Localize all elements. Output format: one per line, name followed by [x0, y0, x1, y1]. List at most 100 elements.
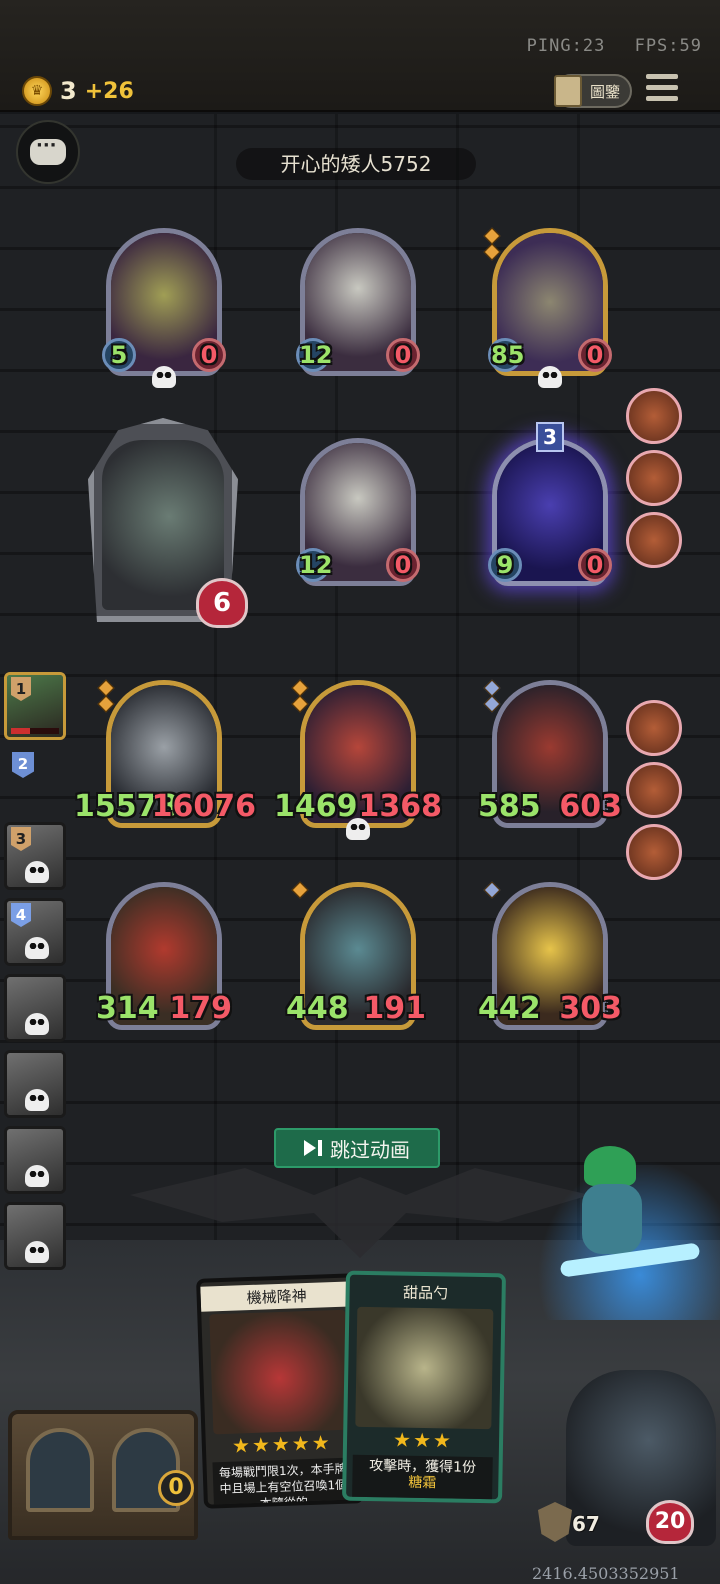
- top-hud: PING:23 FPS:59 ♛ 3 +26 圖鑒: [0, 0, 720, 112]
- tier-pips: [483, 679, 501, 714]
- minion-health: 603: [559, 789, 622, 824]
- hand-card[interactable]: 機械降神 ★★★★★ 每場戰鬥限1次，本手牌中且場上有空位召喚1個本隨從的: [196, 1273, 364, 1509]
- hero-surfer-character: [520, 1140, 720, 1320]
- player-minion[interactable]: 442 303: [478, 881, 622, 1032]
- minion-attack: 442: [478, 991, 541, 1026]
- tier-pips: [97, 679, 115, 714]
- tier-pips: [483, 227, 501, 262]
- trinket-icon[interactable]: [626, 388, 682, 444]
- skull-icon: [25, 1241, 49, 1263]
- player-minion[interactable]: 314 179: [96, 882, 232, 1032]
- standing-self[interactable]: 1: [4, 672, 66, 740]
- minion-health: 0: [578, 338, 612, 372]
- minion-health: 0: [578, 548, 612, 582]
- minion-attack: 585: [478, 789, 541, 824]
- chat-button[interactable]: [16, 120, 80, 184]
- play-next-icon: [304, 1140, 316, 1156]
- opponent-name: 开心的矮人5752: [236, 148, 476, 180]
- card-name: 機械降神: [200, 1281, 354, 1312]
- fps-readout: FPS:59: [634, 36, 702, 56]
- book-icon: [554, 75, 582, 107]
- codex-button[interactable]: 圖鑒: [554, 74, 632, 108]
- tier-pips: [291, 881, 309, 900]
- skull-icon: [346, 818, 370, 840]
- tavern-counter: 0: [158, 1470, 194, 1506]
- card-stars: ★★★: [392, 1427, 454, 1453]
- standing-opponent[interactable]: [4, 1050, 66, 1118]
- minion-health: 1368: [358, 789, 443, 824]
- minion-health: 0: [386, 338, 420, 372]
- hamburger-icon: [646, 74, 678, 79]
- standing-opponent[interactable]: [4, 1126, 66, 1194]
- chat-bubble-icon: [30, 135, 66, 165]
- minion-attack: 448: [286, 991, 349, 1026]
- minion-attack: 5: [102, 338, 136, 372]
- crown-coin-icon: ♛: [22, 76, 52, 106]
- opponent-minion[interactable]: 3 9 0: [488, 422, 612, 588]
- trinket-icon[interactable]: [626, 700, 682, 756]
- standing-opponent[interactable]: [4, 1202, 66, 1270]
- opponent-minion[interactable]: 5 0: [102, 228, 226, 388]
- network-stats: PING:23 FPS:59: [509, 36, 702, 56]
- gold-amount: 3: [60, 77, 77, 105]
- codex-label: 圖鑒: [590, 82, 621, 101]
- spoon-card-art: [355, 1306, 494, 1430]
- minion-attack: 85: [488, 338, 524, 372]
- skull-icon: [152, 366, 176, 388]
- skull-icon: [25, 1013, 49, 1035]
- gold-display: ♛ 3 +26: [22, 76, 134, 106]
- rank-badge: 2: [12, 752, 34, 778]
- minion-health: 0: [192, 338, 226, 372]
- card-name: 甜品勺: [402, 1283, 449, 1303]
- skull-icon: [25, 1165, 49, 1187]
- trinket-icon[interactable]: [626, 450, 682, 506]
- menu-button[interactable]: [646, 74, 678, 104]
- skip-animation-label: 跳过动画: [330, 1137, 410, 1162]
- minion-attack: 12: [296, 338, 332, 372]
- card-description: 每場戰鬥限1次，本手牌中且場上有空位召喚1個本隨從的: [212, 1457, 354, 1507]
- standing-opponent[interactable]: 3: [4, 822, 66, 890]
- trinket-icon[interactable]: [626, 824, 682, 880]
- opponent-minion[interactable]: 12 0: [296, 228, 420, 378]
- standings-sidebar: 1 2 3 4: [0, 668, 72, 1278]
- tier-pips: [483, 881, 501, 900]
- minion-level-badge: 3: [536, 422, 564, 452]
- minion-attack: 1469: [274, 789, 358, 824]
- gold-gain: +26: [84, 78, 134, 104]
- self-health-bar: [11, 728, 59, 734]
- card-stars: ★★★★★: [231, 1430, 333, 1458]
- player-minion[interactable]: 1469 1368: [274, 679, 442, 840]
- debug-readout: 2416.4503352951: [532, 1564, 680, 1583]
- player-minion[interactable]: 15578 16076: [74, 679, 256, 830]
- skull-icon: [538, 366, 562, 388]
- trinket-icon[interactable]: [626, 762, 682, 818]
- minion-health: 179: [169, 991, 232, 1026]
- keyword-highlight: 糖霜: [408, 1474, 437, 1492]
- minion-attack: 314: [96, 991, 159, 1026]
- player-armor: 67: [572, 1512, 600, 1536]
- minion-health: 16076: [151, 789, 256, 824]
- standing-opponent[interactable]: [4, 974, 66, 1042]
- minion-health: 303: [559, 991, 622, 1026]
- ping-readout: PING:23: [526, 36, 606, 56]
- skull-icon: [25, 1089, 49, 1111]
- minion-attack: 12: [296, 548, 332, 582]
- tier-pips: [291, 679, 309, 714]
- card-art: [209, 1309, 350, 1435]
- skull-icon: [25, 937, 49, 959]
- skull-icon: [25, 861, 49, 883]
- minion-health: 191: [363, 991, 426, 1026]
- opponent-minion[interactable]: 12 0: [296, 438, 420, 588]
- player-minion[interactable]: 585 603: [478, 679, 622, 830]
- skip-animation-button[interactable]: 跳过动画: [274, 1128, 440, 1168]
- opponent-health: 6: [196, 578, 248, 628]
- standing-opponent[interactable]: 4: [4, 898, 66, 966]
- opponent-minion[interactable]: 85 0: [483, 227, 612, 388]
- player-minion[interactable]: 448 191: [286, 881, 426, 1032]
- trinket-icon[interactable]: [626, 512, 682, 568]
- minion-health: 0: [386, 548, 420, 582]
- player-health: 20: [646, 1500, 694, 1544]
- card-description: 攻擊時，獲得1份 糖霜: [352, 1454, 493, 1502]
- opponent-hero[interactable]: 6: [88, 418, 248, 628]
- hand-card[interactable]: 甜品勺 ★★★ 攻擊時，獲得1份 糖霜: [342, 1270, 506, 1504]
